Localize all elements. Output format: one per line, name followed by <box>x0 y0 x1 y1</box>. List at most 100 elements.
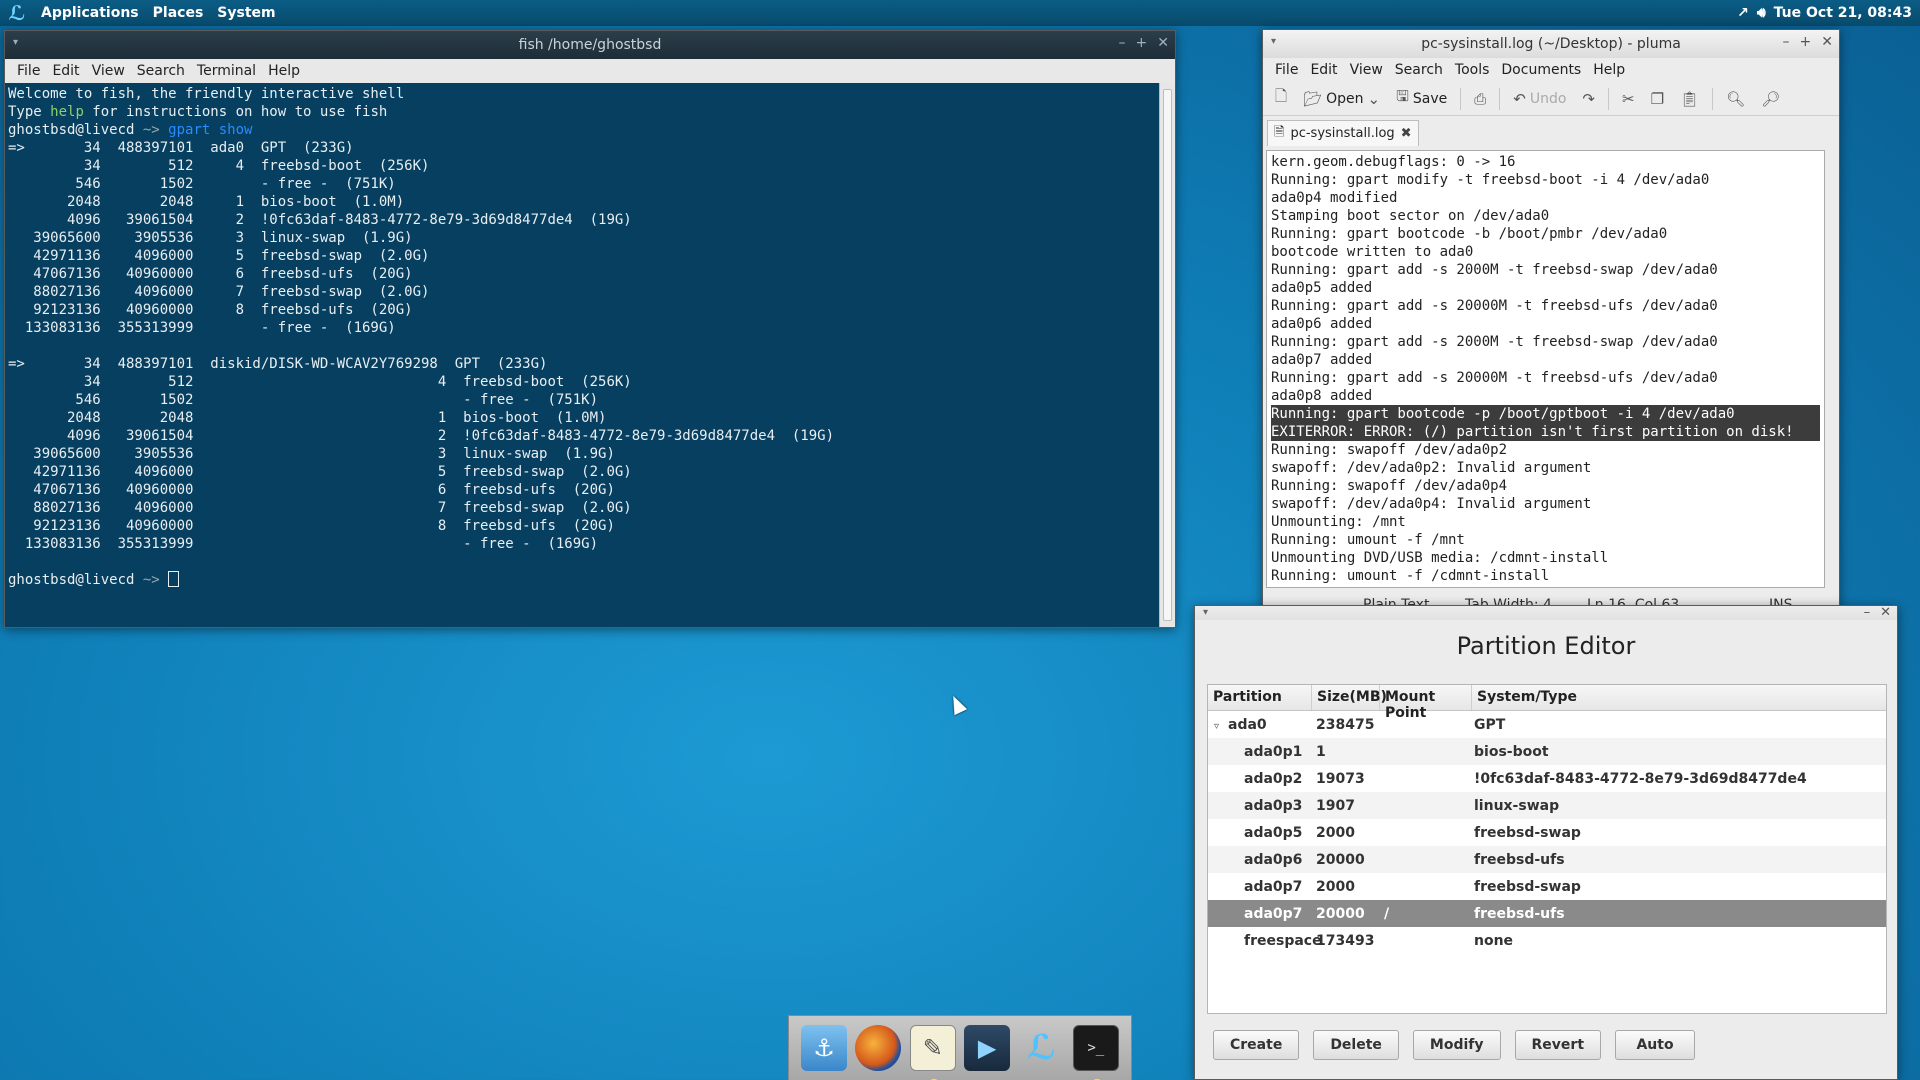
close-icon[interactable]: ✕ <box>1157 35 1169 51</box>
column-size[interactable]: Size(MB) <box>1312 685 1387 710</box>
replace-button[interactable]: 🔎︎ <box>1755 87 1786 111</box>
menu-file[interactable]: File <box>11 63 46 79</box>
menu-terminal[interactable]: Terminal <box>191 63 262 79</box>
search-icon: 🔍︎ <box>1726 89 1746 108</box>
close-icon[interactable]: ✕ <box>1821 34 1833 50</box>
menu-documents[interactable]: Documents <box>1495 62 1587 78</box>
panel-menu-system[interactable]: System <box>210 5 282 21</box>
cell-size: 1907 <box>1316 797 1355 814</box>
menu-tools[interactable]: Tools <box>1449 62 1496 78</box>
window-menu-icon[interactable]: ▾ <box>1271 36 1276 47</box>
top-panel: ℒ Applications Places System ↗ 🔊︎ Tue Oc… <box>0 0 1920 26</box>
table-row[interactable]: ada0p1 1 bios-boot <box>1208 738 1886 765</box>
minimize-icon[interactable]: – <box>1783 34 1790 50</box>
menu-search[interactable]: Search <box>1389 62 1449 78</box>
menu-view[interactable]: View <box>1344 62 1389 78</box>
toolbar-separator <box>1499 87 1501 110</box>
text-editor[interactable]: kern.geom.debugflags: 0 -> 16 Running: g… <box>1266 150 1825 588</box>
maximize-icon[interactable]: + <box>1800 34 1812 50</box>
table-row[interactable]: ada0p7 20000 / freebsd-ufs <box>1208 900 1886 927</box>
cell-system-type: GPT <box>1474 716 1506 733</box>
menu-edit[interactable]: Edit <box>46 63 85 79</box>
undo-button[interactable]: ↶ Undo <box>1507 87 1572 111</box>
close-tab-icon[interactable]: ✖ <box>1401 126 1412 141</box>
delete-button[interactable]: Delete <box>1313 1030 1399 1060</box>
table-row[interactable]: ada0p2 19073 !0fc63daf-8483-4772-8e79-3d69… <box>1208 765 1886 792</box>
panel-menu-applications[interactable]: Applications <box>34 5 146 21</box>
prompt-symbol: ~> <box>142 572 169 588</box>
volume-icon[interactable]: 🔊︎ <box>1757 5 1766 21</box>
terminal-menubar: File Edit View Search Terminal Help <box>5 59 1175 83</box>
cut-button[interactable]: ✂ <box>1616 87 1641 111</box>
open-button[interactable]: 📂︎ Open ⌄ <box>1297 87 1386 111</box>
partition-editor-titlebar[interactable]: ▾ – ✕ <box>1195 605 1897 620</box>
clock[interactable]: Tue Oct 21, 08:43 <box>1774 5 1912 21</box>
copy-button[interactable]: ❐ <box>1645 87 1670 111</box>
cell-system-type: freebsd-ufs <box>1474 851 1565 868</box>
find-button[interactable]: 🔍︎ <box>1720 87 1751 111</box>
firefox-icon[interactable] <box>855 1025 902 1071</box>
table-row[interactable]: ada0p5 2000 freebsd-swap <box>1208 819 1886 846</box>
maximize-icon[interactable]: + <box>1136 35 1148 51</box>
partition-editor-window: ▾ – ✕ Partition Editor Partition Size(MB… <box>1194 605 1898 1080</box>
cell-mount-point: / <box>1384 905 1390 922</box>
terminal-titlebar[interactable]: ▾ fish /home/ghostbsd – + ✕ <box>5 31 1175 59</box>
terminal-output[interactable]: Welcome to fish, the friendly interactiv… <box>5 83 1159 627</box>
video-player-icon[interactable]: ▶ <box>964 1025 1011 1071</box>
partition-name: ada0p7 <box>1244 878 1303 895</box>
network-icon[interactable]: ↗ <box>1737 5 1749 21</box>
table-row[interactable]: ▿ ada0 238475 GPT <box>1208 711 1886 738</box>
save-button[interactable]: 🖫︎ Save <box>1390 83 1453 114</box>
gpart-output-diskid: => 34 488397101 diskid/DISK-WD-WCAV2Y769… <box>8 356 835 552</box>
menu-help[interactable]: Help <box>262 63 306 79</box>
modify-button[interactable]: Modify <box>1412 1030 1501 1060</box>
anchor-icon[interactable]: ⚓ <box>801 1025 848 1071</box>
pluma-toolbar: 🗋︎ 📂︎ Open ⌄ 🖫︎ Save ⎙ ↶ Undo ↷ ✂ ❐ 📋︎ 🔍︎ 🔎︎ <box>1263 82 1839 116</box>
column-partition[interactable]: Partition <box>1208 685 1312 710</box>
new-document-button[interactable]: 🗋︎ <box>1269 83 1293 114</box>
text-editor-icon[interactable]: ✎ <box>909 1025 956 1080</box>
auto-button[interactable]: Auto <box>1615 1030 1696 1060</box>
pluma-titlebar[interactable]: ▾ pc-sysinstall.log (~/Desktop) - pluma … <box>1263 30 1839 58</box>
terminal-icon[interactable]: >_ <box>1072 1025 1119 1080</box>
menu-view[interactable]: View <box>86 63 131 79</box>
panel-menu-places[interactable]: Places <box>146 5 211 21</box>
pluma-menubar: File Edit View Search Tools Documents He… <box>1263 58 1839 82</box>
terminal-scrollbar[interactable] <box>1159 83 1175 627</box>
pluma-title: pc-sysinstall.log (~/Desktop) - pluma <box>1421 36 1681 52</box>
copy-icon: ❐ <box>1650 89 1665 108</box>
create-button[interactable]: Create <box>1213 1030 1300 1060</box>
minimize-icon[interactable]: – <box>1119 35 1126 51</box>
cell-partition: ▿ ada0 <box>1208 717 1312 733</box>
cell-partition: ada0p5 <box>1208 825 1312 841</box>
table-row[interactable]: ada0p3 1907 linux-swap <box>1208 792 1886 819</box>
paste-button[interactable]: 📋︎ <box>1674 87 1705 111</box>
tab-pc-sysinstall-log[interactable]: 🗎︎ pc-sysinstall.log ✖ <box>1267 120 1419 146</box>
mouse-pointer-icon <box>946 692 968 716</box>
redo-button[interactable]: ↷ <box>1576 87 1601 111</box>
scrollbar-thumb[interactable] <box>1163 89 1172 621</box>
table-row[interactable]: ada0p6 20000 freebsd-ufs <box>1208 846 1886 873</box>
table-row[interactable]: freespace 173493 none <box>1208 927 1886 954</box>
menu-edit[interactable]: Edit <box>1304 62 1343 78</box>
ghostbsd-icon[interactable]: ℒ <box>1018 1025 1064 1071</box>
expander-icon[interactable]: ▿ <box>1214 721 1228 732</box>
table-row[interactable]: ada0p7 2000 freebsd-swap <box>1208 873 1886 900</box>
window-menu-icon[interactable]: ▾ <box>13 37 18 48</box>
open-label: Open <box>1326 90 1364 107</box>
column-system-type[interactable]: System/Type <box>1472 685 1886 710</box>
cell-size: 2000 <box>1316 878 1355 895</box>
help-line-pre: Type <box>8 104 51 120</box>
menu-help[interactable]: Help <box>1587 62 1631 78</box>
chevron-down-icon[interactable]: ⌄ <box>1368 90 1381 108</box>
menu-file[interactable]: File <box>1269 62 1304 78</box>
window-menu-icon[interactable]: ▾ <box>1203 607 1208 618</box>
close-icon[interactable]: ✕ <box>1880 605 1891 620</box>
revert-button[interactable]: Revert <box>1514 1030 1602 1060</box>
menu-search[interactable]: Search <box>131 63 191 79</box>
minimize-icon[interactable]: – <box>1864 605 1871 620</box>
print-button[interactable]: ⎙ <box>1468 87 1492 111</box>
column-mount-point[interactable]: Mount Point <box>1380 685 1472 721</box>
ghostbsd-logo-icon[interactable]: ℒ <box>6 2 28 24</box>
scissors-icon: ✂ <box>1622 89 1635 108</box>
